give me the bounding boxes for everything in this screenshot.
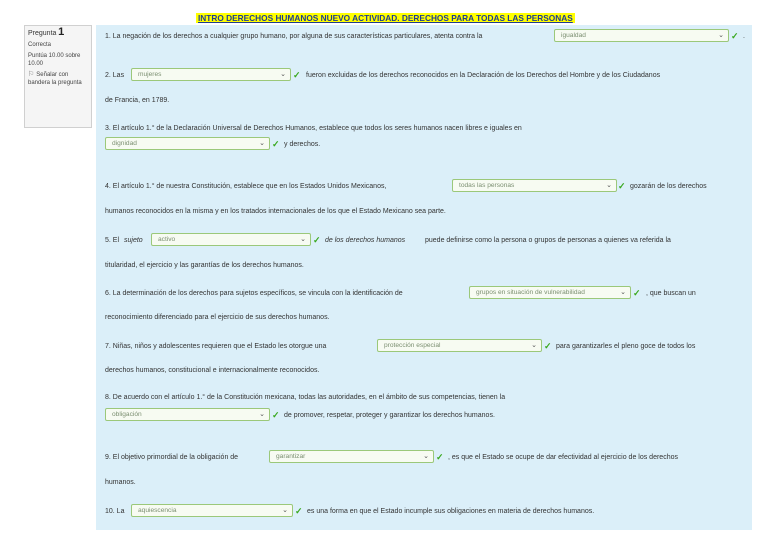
question-9-line2: humanos. [105,479,136,486]
answer-select-6-value: grupos en situación de vulnerabilidad [476,289,585,296]
chevron-down-icon: ⌄ [280,71,286,78]
answer-select-8-value: obligación [112,411,142,418]
question-7-pre: 7. Niñas, niños y adolescentes requieren… [105,343,327,350]
question-3-text: 3. El artículo 1.° de la Declaración Uni… [105,125,522,132]
question-3-post: y derechos. [284,141,321,148]
chevron-down-icon: ⌄ [282,507,288,514]
chevron-down-icon: ⌄ [606,182,612,189]
flag-question-link[interactable]: ⚐ Señalar con bandera la pregunta [28,71,88,87]
answer-select-2[interactable]: mujeres ⌄ [131,68,291,81]
question-score: Puntúa 10.00 sobre 10.00 [28,53,81,67]
checkmark-icon: ✓ [633,288,641,298]
question-8-text: 8. De acuerdo con el artículo 1.° de la … [105,394,506,401]
checkmark-icon: ✓ [544,341,552,351]
answer-select-2-value: mujeres [138,71,162,78]
checkmark-icon: ✓ [618,181,626,191]
question-5-pre: 5. El [105,237,120,244]
question-info-panel: Pregunta 1 Correcta Puntúa 10.00 sobre 1… [24,25,92,128]
answer-select-5[interactable]: activo ⌄ [151,233,311,246]
chevron-down-icon: ⌄ [718,32,724,39]
question-5-post: puede definirse como la persona o grupos… [425,237,671,244]
question-content: 1. La negación de los derechos a cualqui… [96,25,752,530]
question-10-pre: 10. La [105,508,125,515]
question-state: Correcta [28,42,52,48]
question-heading: Pregunta 1 [28,26,88,38]
question-4-pre: 4. El artículo 1.° de nuestra Constituci… [105,183,387,190]
checkmark-icon: ✓ [272,410,280,420]
checkmark-icon: ✓ [293,70,301,80]
question-7-post: para garantizarles el pleno goce de todo… [556,343,696,350]
question-label: Pregunta [28,30,57,37]
answer-select-10[interactable]: aquiescencia ⌄ [131,504,293,517]
answer-select-8[interactable]: obligación ⌄ [105,408,270,421]
question-2-line2: de Francia, en 1789. [105,97,170,104]
question-7-line2: derechos humanos, constitucional e inter… [105,367,320,374]
question-number: 1 [58,26,65,38]
chevron-down-icon: ⌄ [423,453,429,460]
answer-select-4[interactable]: todas las personas ⌄ [452,179,617,192]
flag-icon: ⚐ [28,71,35,78]
checkmark-icon: ✓ [313,235,321,245]
question-6-pre: 6. La determinación de los derechos para… [105,290,403,297]
checkmark-icon: ✓ [272,139,280,149]
question-5-line2: titularidad, el ejercicio y las garantía… [105,262,304,269]
chevron-down-icon: ⌄ [259,140,265,147]
answer-select-1-value: igualdad [561,32,586,39]
question-2-post: fueron excluidas de los derechos reconoc… [306,72,661,79]
answer-select-9[interactable]: garantizar ⌄ [269,450,434,463]
question-9-post: , es que el Estado se ocupe de dar efect… [448,454,678,461]
answer-select-3[interactable]: dignidad ⌄ [105,137,270,150]
chevron-down-icon: ⌄ [259,411,265,418]
question-9-pre: 9. El objetivo primordial de la obligaci… [105,454,239,461]
question-10-post: es una forma en que el Estado incumple s… [307,508,595,515]
answer-select-7-value: protección especial [384,342,441,349]
chevron-down-icon: ⌄ [531,342,537,349]
question-5-post-italic: de los derechos humanos [325,237,406,244]
page-title: INTRO DERECHOS HUMANOS NUEVO ACTIVIDAD. … [196,13,575,23]
answer-select-4-value: todas las personas [459,182,515,189]
answer-select-10-value: aquiescencia [138,507,177,514]
question-5-pre-italic: sujeto [124,237,143,244]
chevron-down-icon: ⌄ [620,289,626,296]
question-6-post: , que buscan un [646,290,696,297]
question-4-post: gozarán de los derechos [630,183,707,190]
checkmark-icon: ✓ [731,31,739,41]
question-6-line2: reconocimiento diferenciado para el ejer… [105,314,330,321]
question-8-post: de promover, respetar, proteger y garant… [284,412,495,419]
checkmark-icon: ✓ [436,452,444,462]
checkmark-icon: ✓ [295,506,303,516]
question-4-line2: humanos reconocidos en la misma y en los… [105,208,446,215]
chevron-down-icon: ⌄ [300,236,306,243]
question-1-end: . [743,33,745,40]
answer-select-6[interactable]: grupos en situación de vulnerabilidad ⌄ [469,286,631,299]
answer-select-1[interactable]: igualdad ⌄ [554,29,729,42]
answer-select-3-value: dignidad [112,140,137,147]
question-1-text: 1. La negación de los derechos a cualqui… [105,33,483,40]
answer-select-7[interactable]: protección especial ⌄ [377,339,542,352]
answer-select-5-value: activo [158,236,176,243]
answer-select-9-value: garantizar [276,453,306,460]
flag-question-label: Señalar con bandera la pregunta [28,72,82,86]
question-2-pre: 2. Las [105,72,125,79]
